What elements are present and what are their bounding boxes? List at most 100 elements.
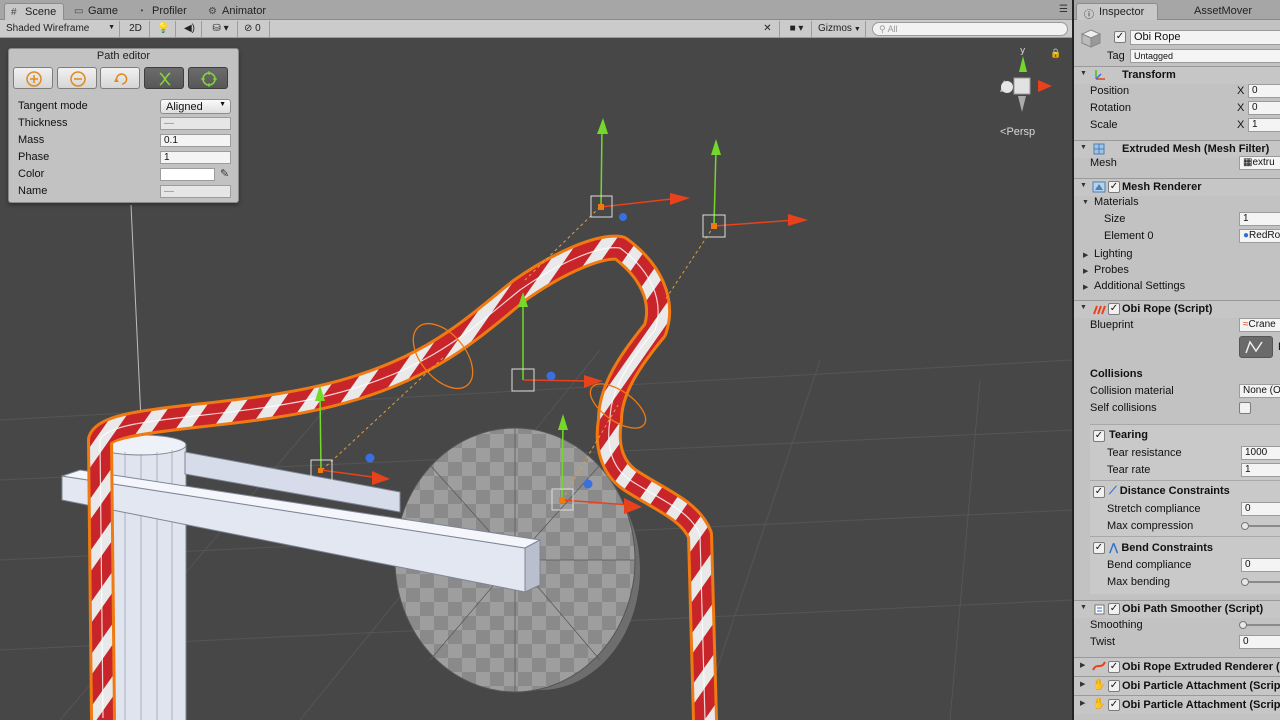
obi-rope-header[interactable]: ▼ ✓ Obi Rope (Script) bbox=[1074, 300, 1280, 318]
rope-extruded-renderer-checkbox[interactable]: ✓ bbox=[1108, 661, 1120, 673]
gizmos-label: Gizmos bbox=[818, 23, 852, 34]
loop-icon bbox=[114, 73, 128, 85]
eyedropper-icon[interactable]: ✎ bbox=[220, 167, 229, 180]
tab-animator-label: Animator bbox=[222, 5, 267, 17]
rotation-x-field[interactable]: 0 bbox=[1248, 101, 1280, 115]
panel-menu-icon[interactable]: ☰ bbox=[1059, 4, 1068, 15]
lighting-toggle-icon[interactable]: 💡 bbox=[152, 21, 176, 37]
mesh-renderer-checkbox[interactable]: ✓ bbox=[1108, 181, 1120, 193]
position-x-field[interactable]: 0 bbox=[1248, 84, 1280, 98]
max-bending-label: Max bending bbox=[1107, 576, 1170, 588]
smoothing-slider[interactable] bbox=[1244, 624, 1280, 626]
gameobject-icon bbox=[1080, 28, 1102, 48]
particle-attachment-checkbox-2[interactable]: ✓ bbox=[1108, 699, 1120, 711]
position-x-label: X bbox=[1237, 85, 1245, 97]
add-point-button[interactable] bbox=[13, 67, 53, 89]
tab-animator[interactable]: ⚙ Animator bbox=[202, 3, 282, 20]
tools-icon[interactable]: ✕ bbox=[756, 21, 780, 37]
toggle-2d-button[interactable]: 2D bbox=[122, 21, 150, 37]
projection-label[interactable]: <Persp bbox=[1000, 126, 1035, 138]
tear-rate-field[interactable]: 1 bbox=[1241, 463, 1280, 477]
smoothing-label: Smoothing bbox=[1090, 619, 1143, 631]
tangent-mode-dropdown[interactable]: Aligned ▼ bbox=[160, 99, 231, 114]
shading-mode-dropdown[interactable]: Shaded Wireframe ▼ bbox=[2, 21, 120, 37]
tag-dropdown[interactable]: Untagged bbox=[1130, 49, 1280, 63]
phase-field[interactable]: 1 bbox=[160, 151, 231, 164]
loop-button[interactable] bbox=[100, 67, 140, 89]
materials-size-field[interactable]: 1 bbox=[1239, 212, 1280, 226]
bend-constraints-checkbox[interactable]: ✓ bbox=[1093, 542, 1105, 554]
thickness-field[interactable]: — bbox=[160, 117, 231, 130]
select-mode-button[interactable] bbox=[188, 67, 228, 89]
particle-attachment-header-2[interactable]: ▶ ✋ ✓ Obi Particle Attachment (Scrip bbox=[1074, 695, 1280, 714]
materials-label[interactable]: Materials bbox=[1094, 196, 1139, 208]
orientation-gizmo[interactable]: y bbox=[1000, 46, 1052, 112]
search-icon: ⚲ bbox=[879, 24, 888, 34]
mesh-field[interactable]: ▦extru bbox=[1239, 156, 1280, 170]
max-compression-slider[interactable] bbox=[1244, 525, 1280, 527]
stretch-compliance-field[interactable]: 0 bbox=[1241, 502, 1280, 516]
self-collisions-checkbox[interactable] bbox=[1239, 402, 1251, 414]
object-name-field[interactable]: Obi Rope bbox=[1130, 30, 1280, 45]
transform-icon bbox=[1095, 70, 1105, 80]
probes-section[interactable]: Probes bbox=[1094, 264, 1129, 276]
fold-right-icon[interactable]: ▶ bbox=[1083, 267, 1088, 275]
color-swatch[interactable] bbox=[160, 168, 215, 181]
tearing-title: Tearing bbox=[1109, 429, 1148, 441]
orientation-button[interactable] bbox=[144, 67, 184, 89]
mass-field[interactable]: 0.1 bbox=[160, 134, 231, 147]
max-bending-knob[interactable] bbox=[1241, 578, 1249, 586]
fold-right-icon[interactable]: ▶ bbox=[1083, 283, 1088, 291]
gizmo-y-label: y bbox=[1020, 46, 1026, 56]
smoothing-knob[interactable] bbox=[1239, 621, 1247, 629]
hidden-count: 0 bbox=[255, 23, 261, 34]
tab-profiler[interactable]: ◔ Profiler bbox=[132, 3, 198, 20]
tear-resistance-field[interactable]: 1000 bbox=[1241, 446, 1280, 460]
audio-toggle-icon[interactable]: ◀) bbox=[178, 21, 202, 37]
path-smoother-title: Obi Path Smoother (Script) bbox=[1122, 603, 1264, 615]
scale-x-field[interactable]: 1 bbox=[1248, 118, 1280, 132]
effects-dropdown-icon[interactable]: ⛁ ▾ bbox=[204, 21, 238, 37]
camera-dropdown-icon[interactable]: ■ ▾ bbox=[782, 21, 812, 37]
collision-material-field[interactable]: None (O bbox=[1239, 384, 1280, 398]
bend-constraints-title: ⋀ Bend Constraints bbox=[1109, 541, 1213, 554]
element0-field[interactable]: ●RedRo bbox=[1239, 229, 1280, 243]
mesh-renderer-header[interactable]: ▼ ✓ Mesh Renderer bbox=[1074, 178, 1280, 196]
twist-field[interactable]: 0 bbox=[1239, 635, 1280, 649]
gizmos-dropdown[interactable]: Gizmos ▼ bbox=[814, 21, 866, 37]
path-smoother-header[interactable]: ▼ ✓ Obi Path Smoother (Script) bbox=[1074, 600, 1280, 618]
rope-extruded-renderer-header[interactable]: ▶ ✓ Obi Rope Extruded Renderer ( bbox=[1074, 657, 1280, 676]
max-compression-knob[interactable] bbox=[1241, 522, 1249, 530]
name-field[interactable]: — bbox=[160, 185, 231, 198]
fold-right-icon[interactable]: ▶ bbox=[1083, 251, 1088, 259]
transform-header[interactable]: ▼ Transform bbox=[1074, 66, 1280, 84]
particle-attachment-checkbox-1[interactable]: ✓ bbox=[1108, 680, 1120, 692]
particle-attachment-header-1[interactable]: ▶ ✋ ✓ Obi Particle Attachment (Scrip bbox=[1074, 676, 1280, 695]
inspector-tab-bar: ⓘ Inspector AssetMover bbox=[1074, 0, 1280, 21]
obi-rope-checkbox[interactable]: ✓ bbox=[1108, 303, 1120, 315]
rotation-label: Rotation bbox=[1090, 102, 1131, 114]
phase-label: Phase bbox=[18, 151, 50, 163]
tearing-checkbox[interactable]: ✓ bbox=[1093, 430, 1105, 442]
remove-point-button[interactable] bbox=[57, 67, 97, 89]
path-smoother-checkbox[interactable]: ✓ bbox=[1108, 603, 1120, 615]
edit-path-button[interactable] bbox=[1239, 336, 1273, 358]
active-checkbox[interactable]: ✓ bbox=[1114, 31, 1126, 43]
bend-compliance-field[interactable]: 0 bbox=[1241, 558, 1280, 572]
distance-constraints-checkbox[interactable]: ✓ bbox=[1093, 486, 1105, 498]
tab-inspector[interactable]: ⓘ Inspector bbox=[1076, 3, 1158, 21]
collisions-title: Collisions bbox=[1090, 368, 1143, 380]
fold-down-icon[interactable]: ▼ bbox=[1082, 199, 1089, 206]
additional-settings-section[interactable]: Additional Settings bbox=[1094, 280, 1185, 292]
blueprint-field[interactable]: ≈Crane bbox=[1239, 318, 1280, 332]
max-bending-slider[interactable] bbox=[1244, 581, 1280, 583]
lighting-section[interactable]: Lighting bbox=[1094, 248, 1133, 260]
tab-assetmover[interactable]: AssetMover bbox=[1160, 3, 1252, 20]
tab-game[interactable]: ▭ Game bbox=[68, 3, 128, 20]
collision-material-label: Collision material bbox=[1090, 385, 1174, 397]
hidden-objects-toggle[interactable]: ⊘ 0 bbox=[240, 21, 270, 37]
tab-scene[interactable]: # Scene bbox=[4, 3, 64, 20]
hand-icon: ✋ bbox=[1092, 698, 1106, 710]
lock-icon[interactable]: 🔒 bbox=[1050, 48, 1061, 59]
search-input[interactable]: ⚲ All bbox=[872, 22, 1068, 36]
